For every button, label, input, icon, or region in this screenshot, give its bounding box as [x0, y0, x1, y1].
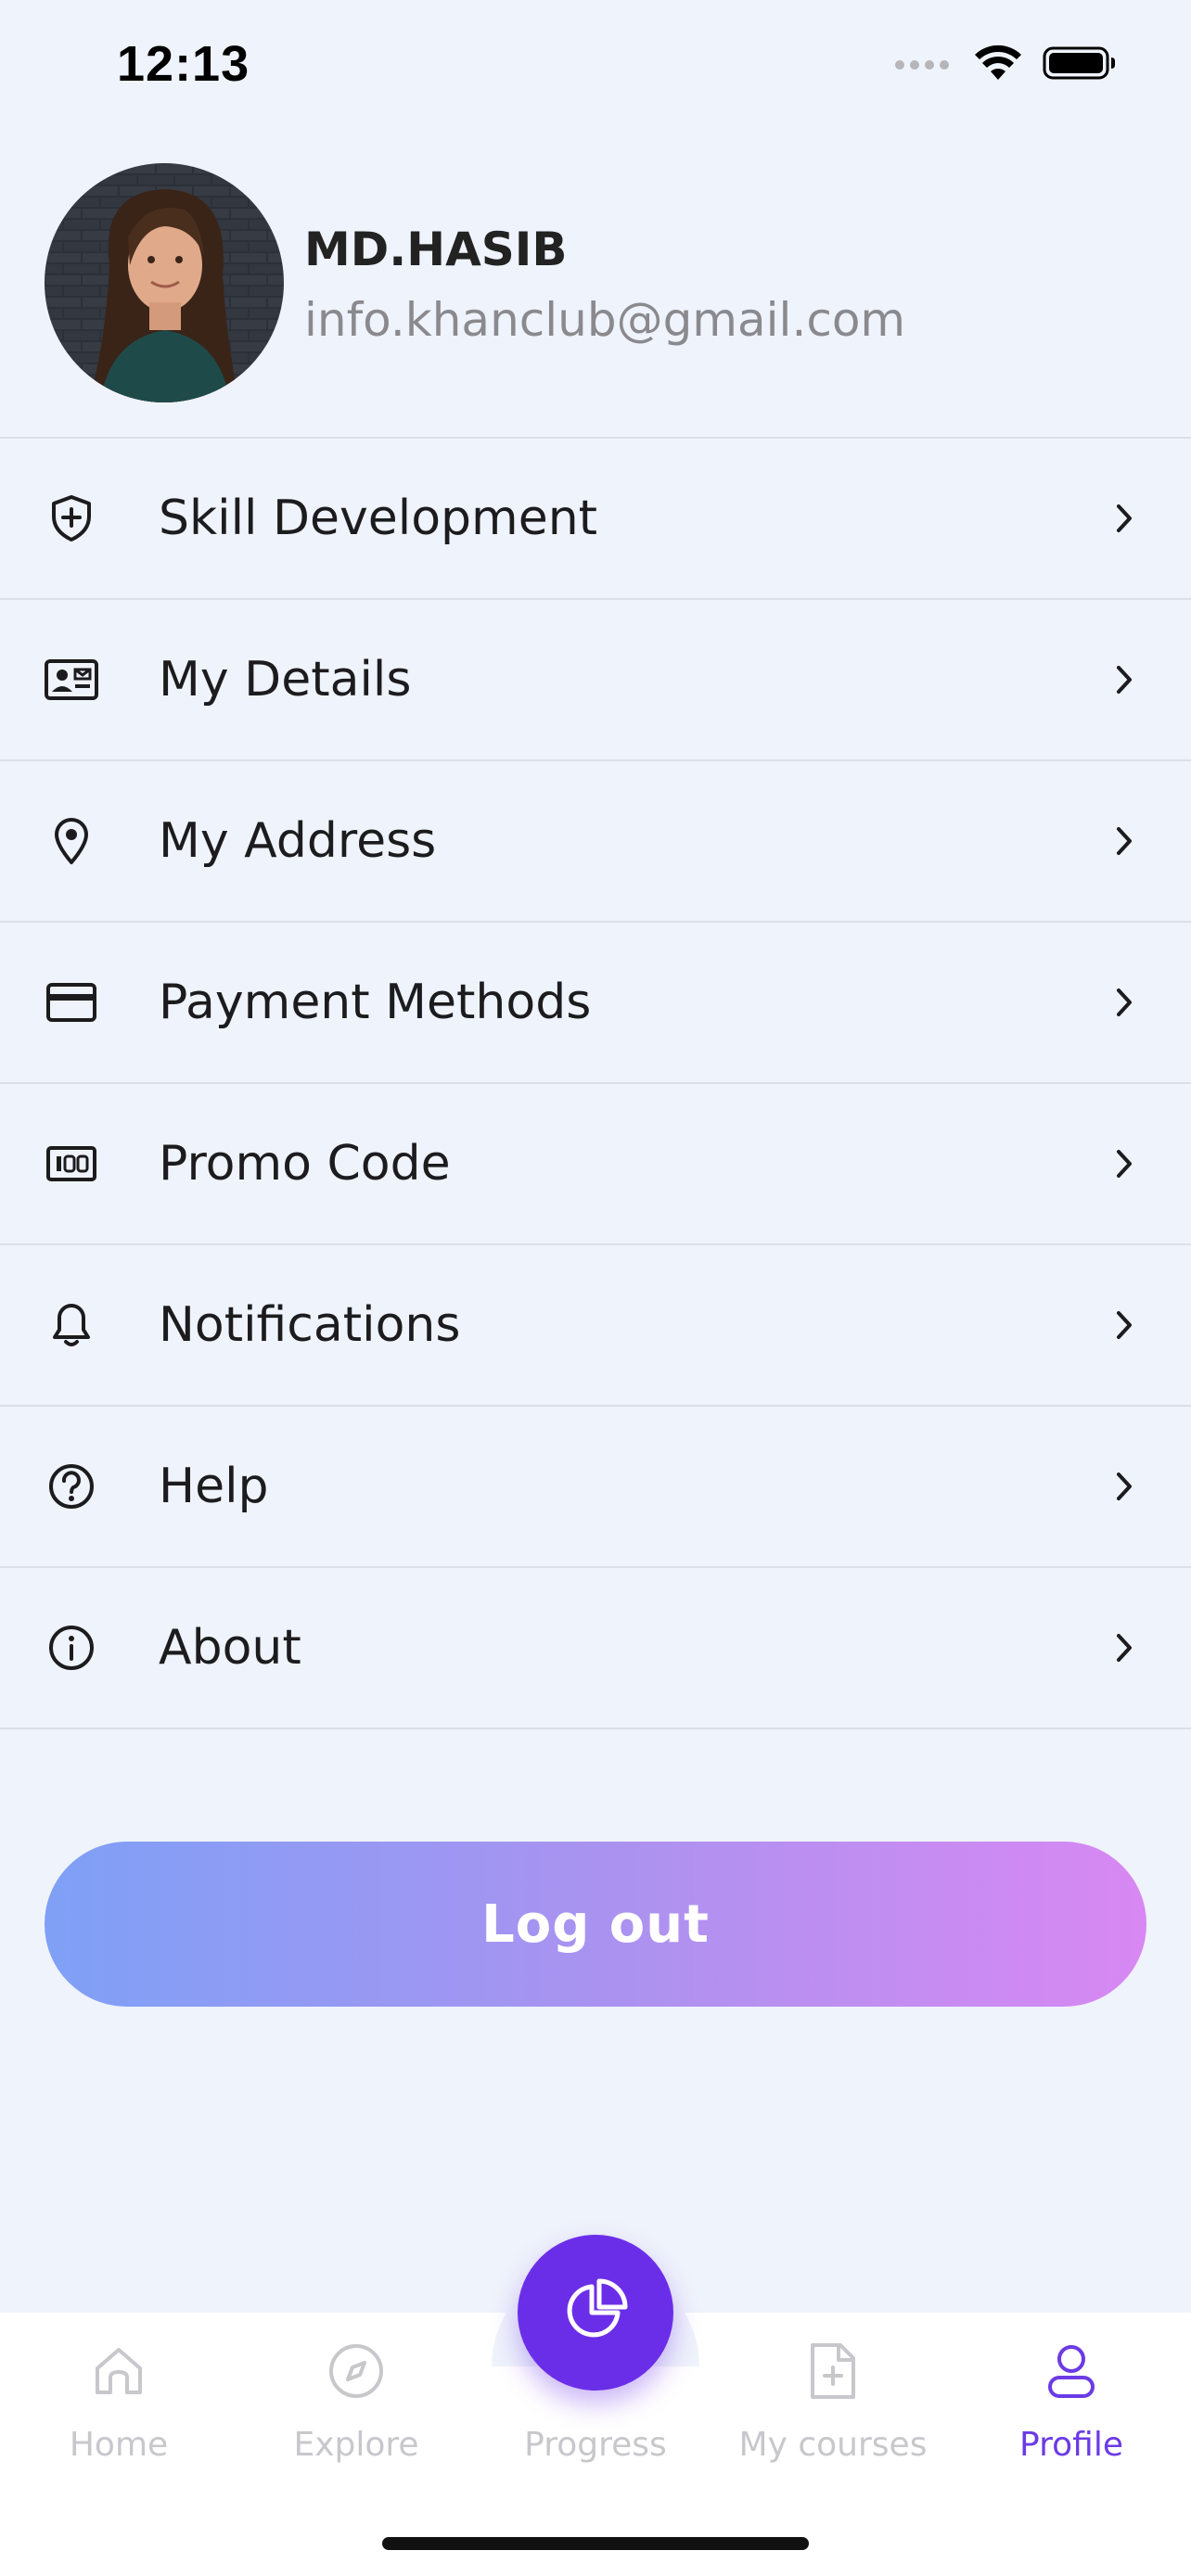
tab-my-courses[interactable]: My courses [722, 2337, 944, 2467]
user-email: info.khanclub@gmail.com [304, 293, 906, 347]
chevron-right-icon [1108, 984, 1141, 1021]
battery-icon [1043, 45, 1117, 85]
chevron-right-icon [1108, 500, 1141, 537]
question-circle-icon [43, 1458, 100, 1515]
menu-item-payment-methods[interactable]: Payment Methods [0, 923, 1191, 1084]
progress-fab[interactable] [518, 2235, 673, 2391]
info-circle-icon [43, 1619, 100, 1677]
promo-code-icon [43, 1135, 100, 1192]
menu-label: My Details [159, 652, 412, 708]
tab-label: Profile [1019, 2426, 1123, 2464]
id-card-icon [43, 651, 100, 708]
logout-button[interactable]: Log out [45, 1842, 1146, 2007]
tab-progress-label[interactable]: Progress [484, 2426, 707, 2464]
menu-item-help[interactable]: Help [0, 1407, 1191, 1568]
menu-label: Skill Development [159, 491, 598, 546]
avatar[interactable] [45, 163, 284, 402]
menu-item-promo-code[interactable]: Promo Code [0, 1084, 1191, 1245]
shield-plus-icon [43, 490, 100, 547]
chevron-right-icon [1108, 1629, 1141, 1666]
chevron-right-icon [1108, 1468, 1141, 1505]
menu-item-my-address[interactable]: My Address [0, 761, 1191, 923]
status-time: 12:13 [117, 36, 250, 92]
menu-label: Notifications [159, 1297, 461, 1353]
tab-label: My courses [738, 2426, 928, 2464]
tab-label: Home [69, 2426, 169, 2464]
menu-item-about[interactable]: About [0, 1568, 1191, 1729]
menu-label: About [159, 1620, 301, 1676]
credit-card-icon [43, 974, 100, 1031]
menu-label: My Address [159, 813, 437, 869]
pie-chart-icon [560, 2276, 631, 2350]
tab-profile[interactable]: Profile [960, 2337, 1183, 2467]
menu-label: Help [159, 1459, 269, 1514]
status-icons [894, 45, 1117, 85]
profile-header: MD.HASIB info.khanclub@gmail.com [0, 139, 1191, 438]
compass-icon [245, 2337, 467, 2405]
cellular-signal-icon [894, 56, 954, 74]
user-name: MD.HASIB [304, 223, 568, 276]
home-icon [7, 2337, 230, 2405]
bell-icon [43, 1296, 100, 1354]
chevron-right-icon [1108, 1145, 1141, 1182]
menu-item-my-details[interactable]: My Details [0, 600, 1191, 761]
settings-menu: Skill Development My Details My Address … [0, 437, 1191, 1729]
wifi-icon [974, 45, 1022, 85]
chevron-right-icon [1108, 1307, 1141, 1344]
chevron-right-icon [1108, 661, 1141, 698]
tab-explore[interactable]: Explore [245, 2337, 467, 2467]
status-bar: 12:13 [0, 0, 1191, 139]
home-indicator[interactable] [382, 2537, 809, 2550]
menu-label: Promo Code [159, 1136, 451, 1192]
menu-item-notifications[interactable]: Notifications [0, 1245, 1191, 1407]
document-add-icon [722, 2337, 944, 2405]
tab-label: Explore [293, 2426, 419, 2464]
menu-label: Payment Methods [159, 975, 592, 1030]
location-pin-icon [43, 812, 100, 870]
menu-item-skill-development[interactable]: Skill Development [0, 439, 1191, 600]
user-icon [960, 2337, 1183, 2405]
tab-home[interactable]: Home [7, 2337, 230, 2467]
chevron-right-icon [1108, 823, 1141, 860]
